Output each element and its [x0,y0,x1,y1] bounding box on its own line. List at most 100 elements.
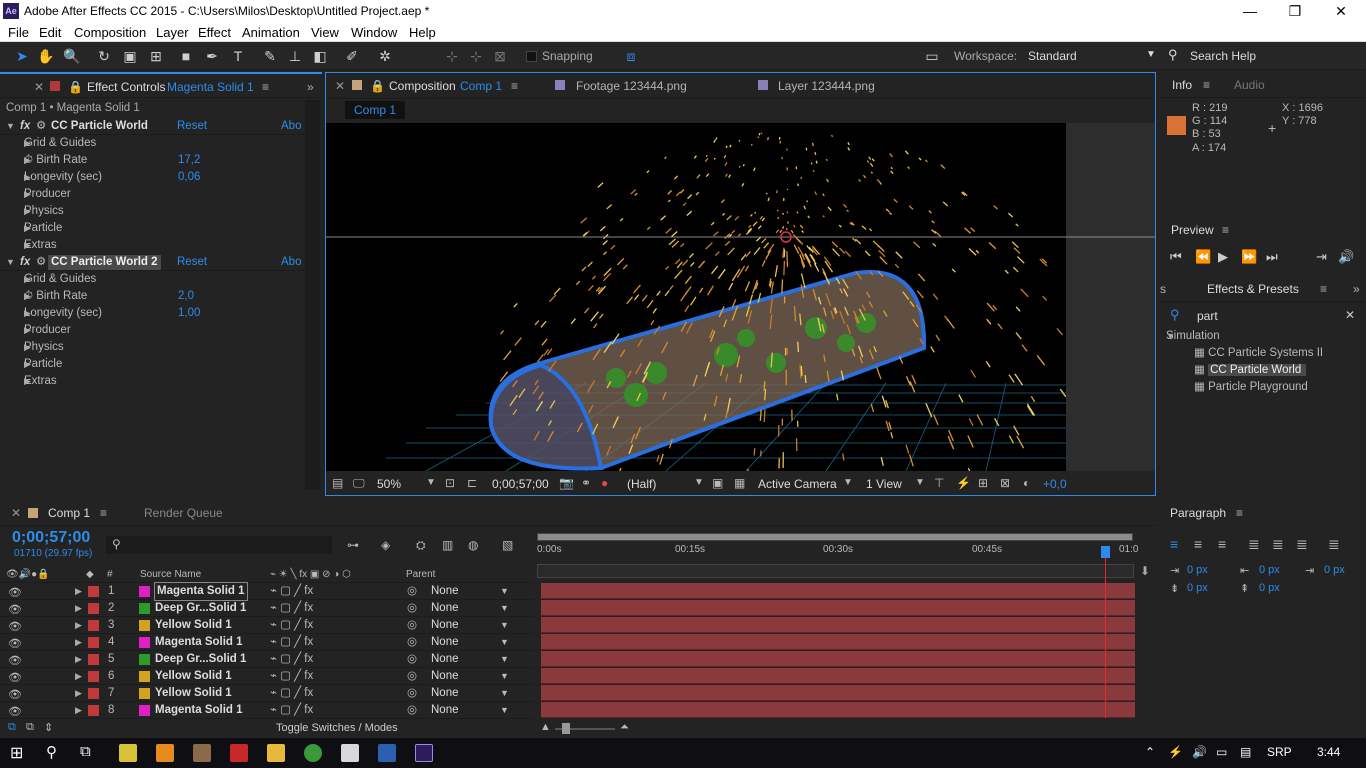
last-frame-icon[interactable]: ⏭ [1266,249,1278,265]
lock-icon[interactable]: 🔒 [370,79,385,93]
justify-right-icon[interactable]: ≣ [1296,536,1308,553]
transparency-grid-icon[interactable]: ▦ [734,476,745,490]
fx-icon[interactable]: fx [20,254,30,271]
birth-rate-value[interactable]: 17,2 [178,152,200,169]
expand-layer-arrow-icon[interactable]: ▶ [75,702,82,719]
justify-left-icon[interactable]: ≣ [1248,536,1260,553]
label-color[interactable] [88,620,99,631]
resolution-dropdown-icon[interactable]: ▼ [694,477,704,488]
time-ruler[interactable]: 0:00s 00:15s 00:30s 00:45s 01:0 [537,544,1138,564]
menu-animation[interactable]: Animation [242,25,300,40]
prop-producer[interactable]: ▶ Producer [24,322,71,339]
layer-tab[interactable]: Layer 123444.png [778,79,875,93]
parent-select[interactable]: None [431,702,459,719]
task-view-icon[interactable]: ⧉ [80,743,91,760]
layer-duration-bar[interactable] [541,668,1135,684]
lock-icon[interactable]: 🔒 [68,80,83,94]
exposure-reset-icon[interactable]: ◐ [1023,476,1030,490]
prev-frame-icon[interactable]: ⏪ [1195,249,1211,265]
comp-nav-chip[interactable]: Comp 1 [345,101,406,119]
app-icon-1[interactable] [119,744,137,762]
expand-layer-arrow-icon[interactable]: ▶ [75,600,82,617]
render-queue-tab[interactable]: Render Queue [144,506,223,520]
zoom-out-icon[interactable]: ▲ [540,721,551,733]
parent-select[interactable]: None [431,634,459,651]
input-language[interactable]: SRP [1267,745,1292,759]
layer-switch-icons[interactable]: ⌁ ▢ ╱ fx [270,668,313,685]
effect-controls-layer-name[interactable]: Magenta Solid 1 [167,80,254,94]
composition-tab[interactable]: Composition [389,79,456,93]
play-icon[interactable]: ▶ [1218,249,1228,265]
panel-overflow-icon[interactable]: » [307,80,314,94]
layer-duration-bar[interactable] [541,634,1135,650]
resolution-select[interactable]: (Half) [627,477,656,491]
layer-name[interactable]: Deep Gr...Solid 1 [155,600,246,617]
effect-item-particle-playground[interactable]: ▦ Particle Playground [1194,379,1308,396]
align-right-icon[interactable]: ≡ [1218,536,1226,552]
expand-layer-arrow-icon[interactable]: ▶ [75,685,82,702]
menu-edit[interactable]: Edit [39,25,61,40]
layer-switch-icons[interactable]: ⌁ ▢ ╱ fx [270,583,313,600]
label-color[interactable] [88,586,99,597]
audio-icon[interactable]: 🔊 [1338,249,1354,265]
parent-select[interactable]: None [431,651,459,668]
channel-icon[interactable]: ● [601,476,608,490]
workspace-dropdown-icon[interactable]: ▼ [1146,49,1156,60]
graph-editor-icon[interactable]: ▧ [502,538,513,552]
footage-tab[interactable]: Footage 123444.png [576,79,687,93]
calculator-icon[interactable] [341,744,359,762]
justify-all-icon[interactable]: ≣ [1328,536,1340,553]
search-help-input[interactable]: Search Help [1190,49,1256,63]
acrobat-icon[interactable] [230,744,248,762]
word-icon[interactable] [378,744,396,762]
prop-longevity[interactable]: ▶ Longevity (sec) 1,00 [24,305,304,322]
shy-icon[interactable]: ⛭ [416,538,426,553]
expand-layer-arrow-icon[interactable]: ▶ [75,668,82,685]
parent-dropdown-icon[interactable]: ▼ [500,583,509,600]
comp-marker-bin-icon[interactable]: ⬇ [1140,564,1150,578]
work-area-bar[interactable] [537,533,1133,541]
snapping-checkbox[interactable] [526,51,537,62]
prop-extras[interactable]: ▶ Extras [24,237,57,254]
type-tool-icon[interactable]: T [228,47,248,65]
layer-duration-bar[interactable] [541,651,1135,667]
first-frame-icon[interactable]: ⏮ [1170,249,1182,265]
effects-search-input[interactable]: part [1197,309,1218,323]
close-tab-icon[interactable]: ✕ [34,80,44,94]
align-center-icon[interactable]: ≡ [1194,536,1202,552]
prop-particle[interactable]: ▶ Particle [24,220,62,237]
pickwhip-icon[interactable]: ◎ [407,600,417,617]
close-tab-icon[interactable]: ✕ [335,79,345,93]
loop-icon[interactable]: ⇥ [1316,249,1327,265]
layer-row[interactable]: 👁 ▶ 1 Magenta Solid 1 ⌁ ▢ ╱ fx ◎ None ▼ [0,582,535,601]
after-effects-taskbar-icon[interactable] [415,744,433,762]
panel-menu-icon[interactable]: ≡ [100,506,107,520]
layer-switch-icons[interactable]: ⌁ ▢ ╱ fx [270,685,313,702]
composition-tab-name[interactable]: Comp 1 [460,79,502,93]
view-axis-icon[interactable]: ⊠ [490,47,510,65]
layer-name[interactable]: Magenta Solid 1 [155,702,243,719]
panel-menu-icon[interactable]: ≡ [511,79,518,93]
playhead-line[interactable] [1105,558,1106,718]
parent-dropdown-icon[interactable]: ▼ [500,668,509,685]
prop-grid-guides[interactable]: ▶ Grid & Guides [24,135,96,152]
parent-dropdown-icon[interactable]: ▼ [500,634,509,651]
expand-layer-arrow-icon[interactable]: ▶ [75,651,82,668]
menu-window[interactable]: Window [351,25,397,40]
layer-row[interactable]: 👁 ▶ 6 Yellow Solid 1 ⌁ ▢ ╱ fx ◎ None ▼ [0,668,535,685]
layer-duration-bar[interactable] [541,617,1135,633]
label-color[interactable] [88,637,99,648]
collapse-arrow-icon[interactable]: ▼ [6,254,15,271]
expand-layer-arrow-icon[interactable]: ▶ [75,634,82,651]
label-color[interactable] [88,688,99,699]
time-navigator[interactable] [537,564,1134,578]
network-icon[interactable]: ⚡ [1168,745,1183,759]
column-source-name[interactable]: Source Name [140,566,201,583]
prop-extras[interactable]: ▶ Extras [24,373,57,390]
menu-layer[interactable]: Layer [156,25,189,40]
label-color[interactable] [88,671,99,682]
views-select[interactable]: 1 View [866,477,902,491]
layer-duration-bar[interactable] [541,600,1135,616]
composition-viewer[interactable] [326,123,1155,471]
space-after-value[interactable]: 0 px [1259,582,1280,594]
